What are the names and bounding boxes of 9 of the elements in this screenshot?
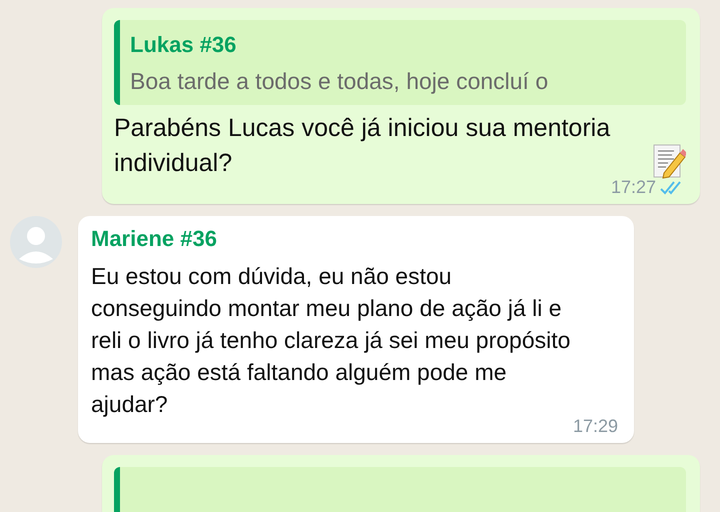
sender-name: Mariene #36 [91,226,218,252]
message-time: 17:27 [610,177,656,198]
avatar-icon[interactable] [10,216,62,268]
quoted-author: Lukas #36 [130,32,238,58]
quoted-text: Boa tarde a todos e todas, hoje concluí o [130,68,550,95]
message-text: Parabéns Lucas você já iniciou sua mentoria individual? [114,113,612,179]
message-text: Eu estou com dúvida, eu não estou conseguindo montar meu plano de ação já li e reli o livro já tenho clareza já sei meu propósito mas ação está faltando alguém pode me ajudar? [91,262,571,419]
message-time: 17:29 [572,416,618,437]
quoted-message[interactable]: Lukas #36 Boa tarde a todos e todas, hoje concluí o [114,20,686,105]
